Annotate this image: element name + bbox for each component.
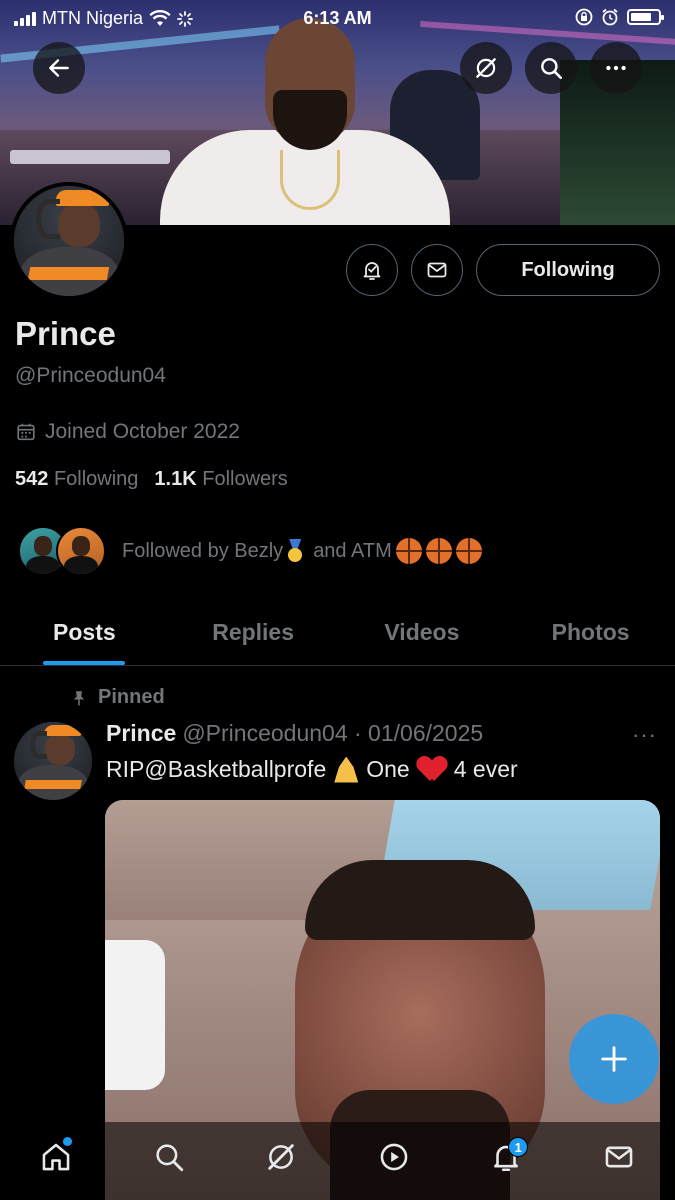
followed-by[interactable]: Followed by Bezly and ATM <box>18 526 482 576</box>
banner-table <box>10 150 170 164</box>
post-text: RIP@Basketballprofe One 4 ever <box>106 756 518 783</box>
compose-button[interactable] <box>569 1014 659 1104</box>
pinned-text: Pinned <box>98 686 165 708</box>
tab-replies[interactable]: Replies <box>169 600 338 665</box>
more-button[interactable] <box>590 42 642 94</box>
following-count: 542 <box>15 468 49 490</box>
followers-label: Followers <box>202 468 288 490</box>
basketball-icon <box>395 538 422 564</box>
post-author-handle-date[interactable]: @Princeodun04 · 01/06/2025 <box>182 720 483 747</box>
search-button[interactable] <box>525 42 577 94</box>
post-text-end: 4 ever <box>453 756 518 782</box>
back-button[interactable] <box>33 42 85 94</box>
basketball-icon <box>425 538 452 564</box>
post-header: Prince @Princeodun04 · 01/06/2025 <box>106 720 483 747</box>
pin-icon <box>73 690 85 705</box>
post-text-mid: One <box>366 756 410 782</box>
following-button[interactable]: Following <box>476 244 660 296</box>
following-link[interactable]: 542 Following <box>15 468 138 491</box>
post-author-name[interactable]: Prince <box>106 720 176 747</box>
battery-icon <box>627 9 664 25</box>
followed-by-text: Followed by Bezly and ATM <box>122 538 482 564</box>
messages-icon <box>605 1146 633 1168</box>
clock: 6:13 AM <box>303 8 372 28</box>
nav-messages[interactable] <box>589 1127 649 1187</box>
mutual-avatar <box>56 526 106 576</box>
profile-name: Prince <box>15 315 116 352</box>
followers-count: 1.1K <box>154 468 197 490</box>
grok-icon <box>476 58 496 78</box>
banner-person <box>160 10 450 225</box>
nav-home[interactable] <box>26 1127 86 1187</box>
alarm-icon <box>602 8 618 26</box>
profile-tabs: Posts Replies Videos Photos <box>0 600 675 666</box>
message-button[interactable] <box>411 244 463 296</box>
tab-posts[interactable]: Posts <box>0 600 169 665</box>
grok-icon <box>268 1144 294 1170</box>
search-icon <box>156 1144 183 1172</box>
tab-videos[interactable]: Videos <box>338 600 507 665</box>
post-text-start: RIP@Basketballprofe <box>106 756 327 782</box>
nav-videos[interactable] <box>364 1127 424 1187</box>
search-icon <box>541 58 563 80</box>
status-bar: MTN Nigeria 6:13 AM <box>0 0 675 36</box>
joined-date: Joined October 2022 <box>15 420 240 444</box>
gold-medal-icon <box>287 539 303 563</box>
orientation-lock-icon <box>575 8 593 26</box>
followers-link[interactable]: 1.1K Followers <box>154 468 287 491</box>
more-horizontal-icon <box>606 65 626 71</box>
tab-photos[interactable]: Photos <box>506 600 675 665</box>
followed-by-middle: and ATM <box>313 539 392 562</box>
grok-button[interactable] <box>460 42 512 94</box>
following-label: Following <box>53 468 139 490</box>
post-author-avatar[interactable] <box>14 722 92 800</box>
profile-stats: 542 Following 1.1K Followers <box>15 468 288 491</box>
profile-handle: @Princeodun04 <box>15 364 166 387</box>
bell-plus-icon <box>363 262 381 280</box>
mail-icon <box>427 262 447 278</box>
arrow-left-icon <box>49 59 69 77</box>
red-heart-icon <box>418 757 446 783</box>
nav-grok[interactable] <box>251 1127 311 1187</box>
notification-badge: 1 <box>508 1137 529 1157</box>
plus-icon <box>601 1046 627 1072</box>
post-more-button[interactable]: ··· <box>632 722 657 748</box>
praying-hands-icon <box>334 756 359 783</box>
notify-button[interactable] <box>346 244 398 296</box>
nav-notifications[interactable]: 1 <box>476 1127 536 1187</box>
bottom-nav: 1 <box>0 1122 675 1200</box>
followed-by-prefix: Followed by Bezly <box>122 539 284 562</box>
pinned-label: Pinned <box>70 686 165 709</box>
profile-avatar[interactable] <box>10 182 128 300</box>
joined-text: Joined October 2022 <box>45 420 240 443</box>
nav-search[interactable] <box>139 1127 199 1187</box>
video-play-icon <box>380 1143 408 1171</box>
calendar-icon <box>17 423 35 441</box>
basketball-icon <box>455 538 482 564</box>
